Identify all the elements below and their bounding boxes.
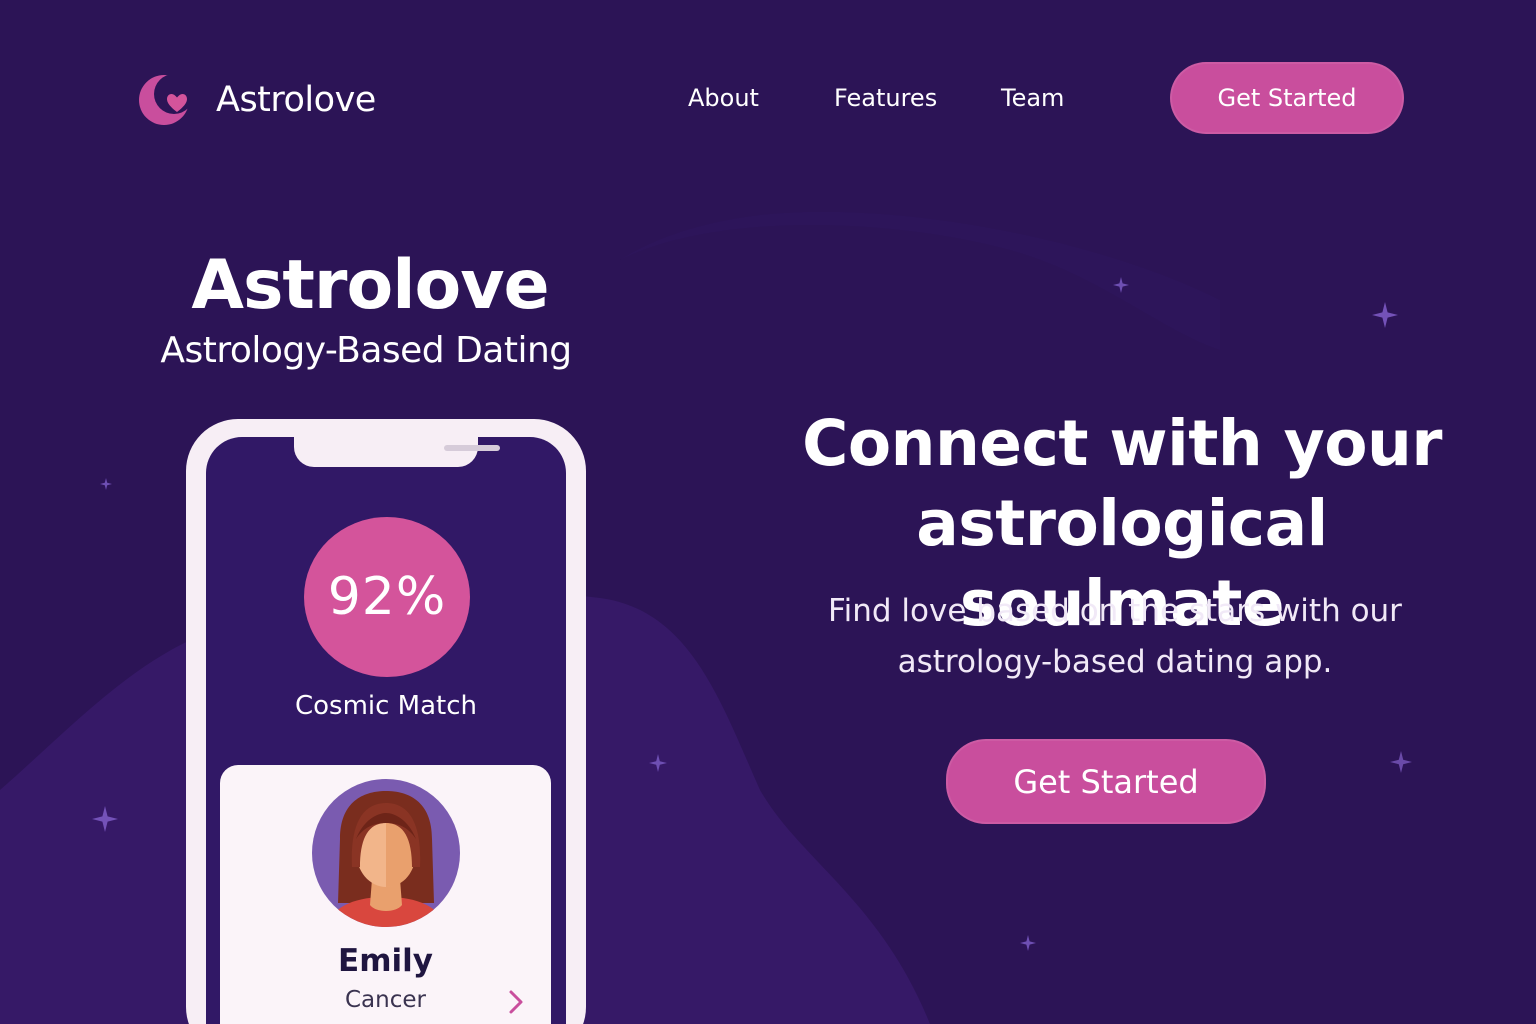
sparkle-star-icon xyxy=(1372,302,1398,328)
chevron-right-icon[interactable] xyxy=(504,989,528,1015)
match-percentage: 92% xyxy=(304,517,470,677)
sparkle-star-icon xyxy=(92,806,118,832)
sparkle-star-icon xyxy=(1113,277,1129,293)
header-get-started-button[interactable]: Get Started xyxy=(1170,62,1404,134)
nav-about[interactable]: About xyxy=(688,84,759,112)
sparkle-star-icon xyxy=(100,478,112,490)
phone-screen: 92% Cosmic Match Emily Cancer xyxy=(206,437,566,1024)
hero-title-line-1: Connect with your xyxy=(802,407,1442,480)
hero-description-line-1: Find love based on the stars with our xyxy=(828,593,1402,629)
sparkle-star-icon xyxy=(649,754,667,772)
hero-description: Find love based on the stars with our as… xyxy=(770,586,1460,688)
phone-mockup: 92% Cosmic Match Emily Cancer xyxy=(186,419,586,1024)
profile-zodiac-sign: Cancer xyxy=(345,987,426,1013)
crescent-moon-heart-icon xyxy=(139,75,189,125)
nav-features[interactable]: Features xyxy=(834,84,937,112)
brand-subtitle: Astrology-Based Dating xyxy=(160,330,572,371)
avatar xyxy=(312,779,460,927)
sparkle-star-icon xyxy=(1390,751,1412,773)
profile-name: Emily xyxy=(338,943,433,979)
hero-get-started-button[interactable]: Get Started xyxy=(946,739,1266,824)
phone-notch xyxy=(294,437,500,467)
phone-speaker xyxy=(444,445,500,451)
match-label: Cosmic Match xyxy=(294,691,478,721)
logo[interactable]: Astrolove xyxy=(136,72,376,128)
hero-description-line-2: astrology-based dating app. xyxy=(897,644,1333,680)
sparkle-star-icon xyxy=(1020,935,1036,951)
profile-card[interactable]: Emily Cancer xyxy=(220,765,551,1024)
nav-team[interactable]: Team xyxy=(1001,84,1064,112)
logo-text: Astrolove xyxy=(216,80,376,120)
brand-title: Astrolove xyxy=(191,246,549,325)
